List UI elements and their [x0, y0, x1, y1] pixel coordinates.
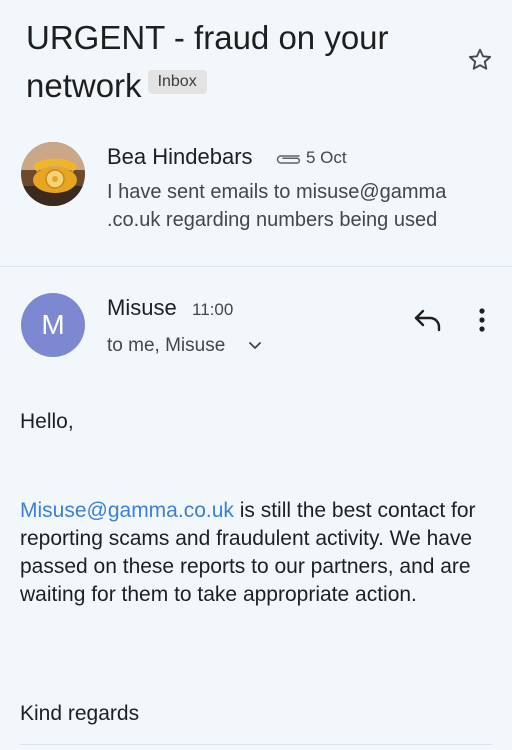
collapsed-date: 5 Oct: [306, 148, 347, 167]
sender-avatar[interactable]: M: [21, 293, 85, 357]
message-divider: [0, 266, 512, 267]
more-vertical-icon[interactable]: [474, 306, 490, 334]
email-subject: URGENT - fraud on your network Inbox: [26, 14, 456, 110]
collapsed-message[interactable]: Bea Hindebars 5 Oct I have sent emails t…: [0, 130, 512, 267]
inbox-label-chip[interactable]: Inbox: [147, 70, 207, 95]
chevron-down-icon[interactable]: [247, 337, 263, 358]
reply-icon[interactable]: [412, 306, 444, 334]
star-icon[interactable]: [466, 46, 494, 74]
collapsed-snippet: I have sent emails to misuse@gamma .co.u…: [107, 181, 447, 231]
sign-off-text: Kind regards: [20, 702, 140, 725]
subject-row: URGENT - fraud on your network Inbox: [26, 14, 456, 110]
bottom-divider: [20, 744, 492, 745]
collapsed-sender-name: Bea Hindebars: [107, 144, 253, 169]
subject-text: URGENT - fraud on your network: [26, 19, 389, 104]
sender-name: Misuse: [107, 295, 177, 320]
body-paragraph: Misuse@gamma.co.uk is still the best con…: [20, 497, 500, 609]
recipients-toggle[interactable]: to me, Misuse: [107, 335, 225, 357]
message-time: 11:00: [192, 300, 234, 319]
greeting-text: Hello,: [20, 410, 74, 433]
paperclip-icon: [274, 150, 302, 169]
email-link[interactable]: Misuse@gamma.co.uk: [20, 499, 234, 522]
avatar[interactable]: [21, 142, 85, 206]
